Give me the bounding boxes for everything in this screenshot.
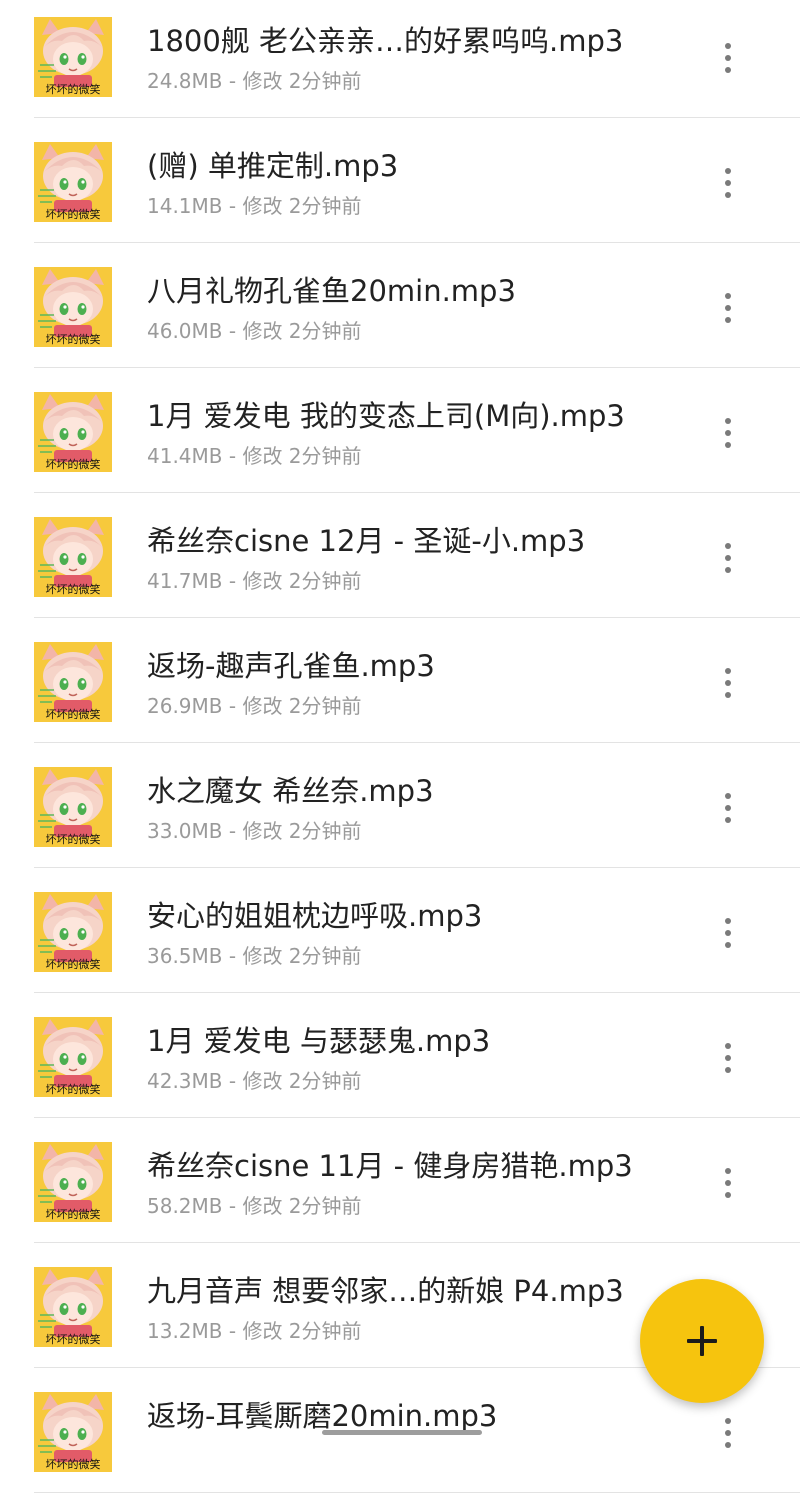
file-name: (赠) 单推定制.mp3 bbox=[147, 149, 399, 183]
cover-thumbnail: 坏坏的微笑 bbox=[34, 1142, 112, 1222]
cover-thumbnail: 坏坏的微笑 bbox=[34, 392, 112, 472]
thumbnail-caption: 坏坏的微笑 bbox=[45, 833, 101, 846]
file-row[interactable]: 坏坏的微笑 希丝奈cisne 12月 - 圣诞-小.mp3 41.7MB - 修… bbox=[0, 493, 800, 618]
file-row[interactable]: 坏坏的微笑 (赠) 单推定制.mp3 14.1MB - 修改 2分钟前 bbox=[0, 118, 800, 243]
cover-thumbnail: 坏坏的微笑 bbox=[34, 142, 112, 222]
thumbnail-caption: 坏坏的微笑 bbox=[45, 333, 101, 346]
more-options-icon[interactable] bbox=[710, 663, 746, 703]
cover-thumbnail: 坏坏的微笑 bbox=[34, 767, 112, 847]
file-name: 希丝奈cisne 11月 - 健身房猎艳.mp3 bbox=[147, 1149, 633, 1183]
file-meta: 41.7MB - 修改 2分钟前 bbox=[147, 569, 362, 593]
file-row[interactable]: 坏坏的微笑 八月礼物孔雀鱼20min.mp3 46.0MB - 修改 2分钟前 bbox=[0, 243, 800, 368]
file-name: 1800舰 老公亲亲…的好累呜呜.mp3 bbox=[147, 24, 624, 58]
more-options-icon[interactable] bbox=[710, 413, 746, 453]
file-row[interactable]: 坏坏的微笑 1800舰 老公亲亲…的好累呜呜.mp3 24.8MB - 修改 2… bbox=[0, 0, 800, 118]
cover-thumbnail: 坏坏的微笑 bbox=[34, 1267, 112, 1347]
cover-thumbnail: 坏坏的微笑 bbox=[34, 1392, 112, 1472]
more-options-icon[interactable] bbox=[710, 913, 746, 953]
file-name: 希丝奈cisne 12月 - 圣诞-小.mp3 bbox=[147, 524, 586, 558]
thumbnail-caption: 坏坏的微笑 bbox=[45, 1083, 101, 1096]
file-name: 八月礼物孔雀鱼20min.mp3 bbox=[147, 274, 516, 308]
more-options-icon[interactable] bbox=[710, 38, 746, 78]
more-options-icon[interactable] bbox=[710, 163, 746, 203]
file-meta: 26.9MB - 修改 2分钟前 bbox=[147, 694, 362, 718]
thumbnail-caption: 坏坏的微笑 bbox=[45, 83, 101, 96]
thumbnail-caption: 坏坏的微笑 bbox=[45, 1333, 101, 1346]
file-row[interactable]: 坏坏的微笑 返场-趣声孔雀鱼.mp3 26.9MB - 修改 2分钟前 bbox=[0, 618, 800, 743]
more-options-icon[interactable] bbox=[710, 788, 746, 828]
file-meta: 33.0MB - 修改 2分钟前 bbox=[147, 819, 362, 843]
thumbnail-caption: 坏坏的微笑 bbox=[45, 708, 101, 721]
file-meta: 36.5MB - 修改 2分钟前 bbox=[147, 944, 362, 968]
more-options-icon[interactable] bbox=[710, 1038, 746, 1078]
more-options-icon[interactable] bbox=[710, 538, 746, 578]
file-name: 1月 爱发电 我的变态上司(M向).mp3 bbox=[147, 399, 625, 433]
file-row[interactable]: 坏坏的微笑 水之魔女 希丝奈.mp3 33.0MB - 修改 2分钟前 bbox=[0, 743, 800, 868]
thumbnail-caption: 坏坏的微笑 bbox=[45, 208, 101, 221]
cover-thumbnail: 坏坏的微笑 bbox=[34, 892, 112, 972]
thumbnail-caption: 坏坏的微笑 bbox=[45, 958, 101, 971]
cover-thumbnail: 坏坏的微笑 bbox=[34, 17, 112, 97]
file-name: 1月 爱发电 与瑟瑟鬼.mp3 bbox=[147, 1024, 491, 1058]
file-meta: 42.3MB - 修改 2分钟前 bbox=[147, 1069, 362, 1093]
file-meta: 14.1MB - 修改 2分钟前 bbox=[147, 194, 362, 218]
file-row[interactable]: 坏坏的微笑 1月 爱发电 与瑟瑟鬼.mp3 42.3MB - 修改 2分钟前 bbox=[0, 993, 800, 1118]
file-meta: 24.8MB - 修改 2分钟前 bbox=[147, 69, 362, 93]
thumbnail-caption: 坏坏的微笑 bbox=[45, 1208, 101, 1221]
thumbnail-caption: 坏坏的微笑 bbox=[45, 583, 101, 596]
cover-thumbnail: 坏坏的微笑 bbox=[34, 1017, 112, 1097]
file-meta: 46.0MB - 修改 2分钟前 bbox=[147, 319, 362, 343]
thumbnail-caption: 坏坏的微笑 bbox=[45, 1458, 101, 1471]
file-meta: 13.2MB - 修改 2分钟前 bbox=[147, 1319, 362, 1343]
file-name: 安心的姐姐枕边呼吸.mp3 bbox=[147, 899, 483, 933]
more-options-icon[interactable] bbox=[710, 1413, 746, 1453]
cover-thumbnail: 坏坏的微笑 bbox=[34, 642, 112, 722]
add-button[interactable] bbox=[640, 1279, 764, 1403]
file-row[interactable]: 坏坏的微笑 希丝奈cisne 11月 - 健身房猎艳.mp3 58.2MB - … bbox=[0, 1118, 800, 1243]
cover-thumbnail: 坏坏的微笑 bbox=[34, 517, 112, 597]
cover-thumbnail: 坏坏的微笑 bbox=[34, 267, 112, 347]
thumbnail-caption: 坏坏的微笑 bbox=[45, 458, 101, 471]
file-list: 坏坏的微笑 1800舰 老公亲亲…的好累呜呜.mp3 24.8MB - 修改 2… bbox=[0, 0, 800, 1493]
file-row[interactable]: 坏坏的微笑 安心的姐姐枕边呼吸.mp3 36.5MB - 修改 2分钟前 bbox=[0, 868, 800, 993]
more-options-icon[interactable] bbox=[710, 288, 746, 328]
file-meta: 41.4MB - 修改 2分钟前 bbox=[147, 444, 362, 468]
file-name: 九月音声 想要邻家…的新娘 P4.mp3 bbox=[147, 1274, 624, 1308]
gesture-home-bar[interactable] bbox=[322, 1430, 482, 1435]
more-options-icon[interactable] bbox=[710, 1163, 746, 1203]
file-row[interactable]: 坏坏的微笑 1月 爱发电 我的变态上司(M向).mp3 41.4MB - 修改 … bbox=[0, 368, 800, 493]
file-name: 水之魔女 希丝奈.mp3 bbox=[147, 774, 434, 808]
file-name: 返场-趣声孔雀鱼.mp3 bbox=[147, 649, 435, 683]
file-meta: 58.2MB - 修改 2分钟前 bbox=[147, 1194, 362, 1218]
